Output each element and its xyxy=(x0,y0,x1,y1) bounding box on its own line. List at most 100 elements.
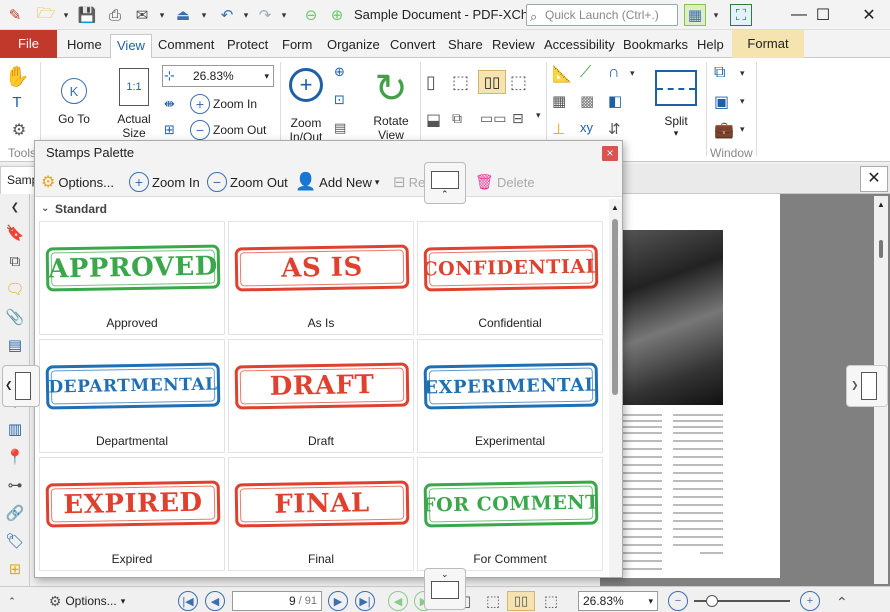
first-page-button[interactable]: |◀ xyxy=(178,591,198,611)
single-page-icon[interactable]: ▯ xyxy=(426,72,436,93)
customize-icon[interactable]: ▦ xyxy=(684,4,706,26)
tab-review[interactable]: Review xyxy=(486,34,541,58)
palette-scroll-up-icon[interactable]: ▲ xyxy=(611,203,619,212)
undo-icon[interactable]: ↶ xyxy=(216,4,238,26)
coordinates-icon[interactable]: xy xyxy=(580,120,593,135)
status-facing-continuous-icon[interactable]: ⬚ xyxy=(540,591,562,611)
measure-area-icon[interactable]: ⇵ xyxy=(608,120,621,138)
status-collapse-icon[interactable]: ⌃ xyxy=(6,591,18,611)
guides-icon[interactable]: ⊥ xyxy=(552,120,565,138)
scan-dropdown-icon[interactable]: ▾ xyxy=(198,4,210,26)
stamp-for-comment[interactable]: FOR COMMENT For Comment xyxy=(417,457,603,571)
last-page-button[interactable]: ▶| xyxy=(355,591,375,611)
loupe-icon[interactable]: ▤ xyxy=(334,120,346,136)
open-dropdown-icon[interactable]: ▾ xyxy=(60,4,72,26)
window-dropdown-3-icon[interactable]: ▾ xyxy=(740,124,745,135)
redo-dropdown-icon[interactable]: ▾ xyxy=(278,4,290,26)
facing-continuous-icon[interactable]: ⬚ xyxy=(510,72,527,93)
zoom-select[interactable]: 26.83% ▾ xyxy=(162,65,274,87)
split-pages-icon[interactable]: ▭▭ xyxy=(480,110,506,127)
tags-panel-icon[interactable]: ▥ xyxy=(4,418,26,440)
document-tab[interactable]: Samp xyxy=(0,166,38,194)
tab-accessibility[interactable]: Accessibility xyxy=(538,34,621,58)
quick-launch-input[interactable]: ⌕ Quick Launch (Ctrl+.) xyxy=(526,4,678,26)
sidebar-collapse-icon[interactable]: ❮ xyxy=(4,196,26,218)
right-panel-toggle[interactable]: ❯ xyxy=(846,365,888,407)
zoom-slider-thumb[interactable] xyxy=(706,595,718,607)
tab-file[interactable]: File xyxy=(0,30,57,58)
scan-icon[interactable]: ⏏ xyxy=(170,4,196,26)
open-folder-icon[interactable]: 🗁 xyxy=(34,4,58,26)
close-palette-button[interactable]: × xyxy=(602,146,618,161)
tab-convert[interactable]: Convert xyxy=(384,34,442,58)
arrange-windows-icon[interactable]: ▣ xyxy=(714,92,729,112)
redo-icon[interactable]: ↷ xyxy=(254,4,276,26)
stamp-experimental[interactable]: EXPERIMENTAL Experimental xyxy=(417,339,603,453)
workspace-icon[interactable]: 💼 xyxy=(714,120,734,140)
transparency-icon[interactable]: ▩ xyxy=(580,92,594,110)
fields-panel-icon[interactable]: ⊞ xyxy=(4,558,26,580)
pages-panel-icon[interactable]: ⧉ xyxy=(4,250,26,272)
palette-zoom-in-button[interactable]: + Zoom In xyxy=(129,171,200,193)
print-icon[interactable]: ⎙ xyxy=(104,4,126,26)
undo-dropdown-icon[interactable]: ▾ xyxy=(240,4,252,26)
next-page-button[interactable]: ▶ xyxy=(328,591,348,611)
back-icon[interactable]: ⊖ xyxy=(300,4,322,26)
snap-icon[interactable]: ∩ xyxy=(608,64,620,82)
tab-bookmarks[interactable]: Bookmarks xyxy=(617,34,694,58)
fit-page-icon[interactable]: ⊹ xyxy=(164,68,175,84)
stamp-draft[interactable]: DRAFT Draft xyxy=(228,339,414,453)
continuous-icon[interactable]: ⬚ xyxy=(452,72,469,93)
status-right-toggle[interactable]: ⌃ xyxy=(836,591,876,612)
palette-scroll-thumb[interactable] xyxy=(612,219,618,395)
customize-dropdown-icon[interactable]: ▾ xyxy=(710,4,722,26)
add-new-button[interactable]: 👤 Add New ▾ xyxy=(295,171,379,193)
email-dropdown-icon[interactable]: ▾ xyxy=(156,4,168,26)
zoom-plus-icon[interactable]: ⊕ xyxy=(334,64,345,80)
tools-gear-icon[interactable]: ⚙ xyxy=(4,120,34,140)
standard-section-header[interactable]: ⌄ Standard xyxy=(35,199,609,219)
ruler-icon[interactable]: 📐 xyxy=(552,64,572,84)
page-gap-icon[interactable]: ⊟ xyxy=(512,110,524,127)
marquee-zoom-icon[interactable]: ⊡ xyxy=(334,92,345,108)
links-panel-icon[interactable]: 🔗 xyxy=(4,502,26,524)
palette-zoom-out-button[interactable]: − Zoom Out xyxy=(207,171,288,193)
destinations-panel-icon[interactable]: 📍 xyxy=(4,446,26,468)
comments-panel-icon[interactable]: 🗨 xyxy=(4,278,26,300)
tab-help[interactable]: Help xyxy=(691,34,730,58)
previous-view-button[interactable]: ◀ xyxy=(388,591,408,611)
zoom-in-button[interactable]: + Zoom In xyxy=(190,94,257,114)
bookmarks-panel-icon[interactable]: 🔖 xyxy=(4,222,26,244)
attachments-panel-icon[interactable]: 📎 xyxy=(4,306,26,328)
status-zoom-in-button[interactable]: + xyxy=(800,591,820,611)
tab-protect[interactable]: Protect xyxy=(221,34,274,58)
zoom-out-button[interactable]: − Zoom Out xyxy=(190,120,266,140)
tab-format[interactable]: Format xyxy=(732,30,804,58)
page-number-input[interactable]: 9/ 91 xyxy=(232,591,322,611)
select-text-icon[interactable]: T xyxy=(4,94,30,111)
previous-page-button[interactable]: ◀ xyxy=(205,591,225,611)
new-window-icon[interactable]: ⧉ xyxy=(714,64,725,82)
close-window-button[interactable]: ✕ xyxy=(846,0,890,30)
palette-scrollbar[interactable]: ▲ xyxy=(609,199,622,577)
facing-icon[interactable]: ▯▯ xyxy=(478,70,506,94)
top-panel-toggle[interactable]: ⌃ xyxy=(424,162,466,204)
status-facing-icon[interactable]: ▯▯ xyxy=(507,591,535,611)
save-icon[interactable]: 💾 xyxy=(76,4,98,26)
email-icon[interactable]: ✉ xyxy=(130,4,154,26)
window-dropdown-2-icon[interactable]: ▾ xyxy=(740,96,745,107)
stamp-approved[interactable]: APPROVED Approved xyxy=(39,221,225,335)
fit-visible-icon[interactable]: ⊞ xyxy=(164,122,175,138)
palette-options-button[interactable]: ⚙ Options... xyxy=(41,171,114,193)
stamp-expired[interactable]: EXPIRED Expired xyxy=(39,457,225,571)
stamp-as-is[interactable]: AS IS As Is xyxy=(228,221,414,335)
content-panel-icon[interactable]: ▤ xyxy=(4,334,26,356)
layout-dropdown-icon[interactable]: ▾ xyxy=(536,110,541,121)
structure-panel-icon[interactable]: ⊶ xyxy=(4,474,26,496)
status-continuous-icon[interactable]: ⬚ xyxy=(482,591,504,611)
maximize-button[interactable]: ☐ xyxy=(800,0,846,30)
left-panel-toggle[interactable]: ❮ xyxy=(2,365,40,407)
tab-share[interactable]: Share xyxy=(442,34,489,58)
scroll-up-icon[interactable]: ▲ xyxy=(877,200,885,209)
hand-tool-icon[interactable]: ✋ xyxy=(4,64,30,89)
